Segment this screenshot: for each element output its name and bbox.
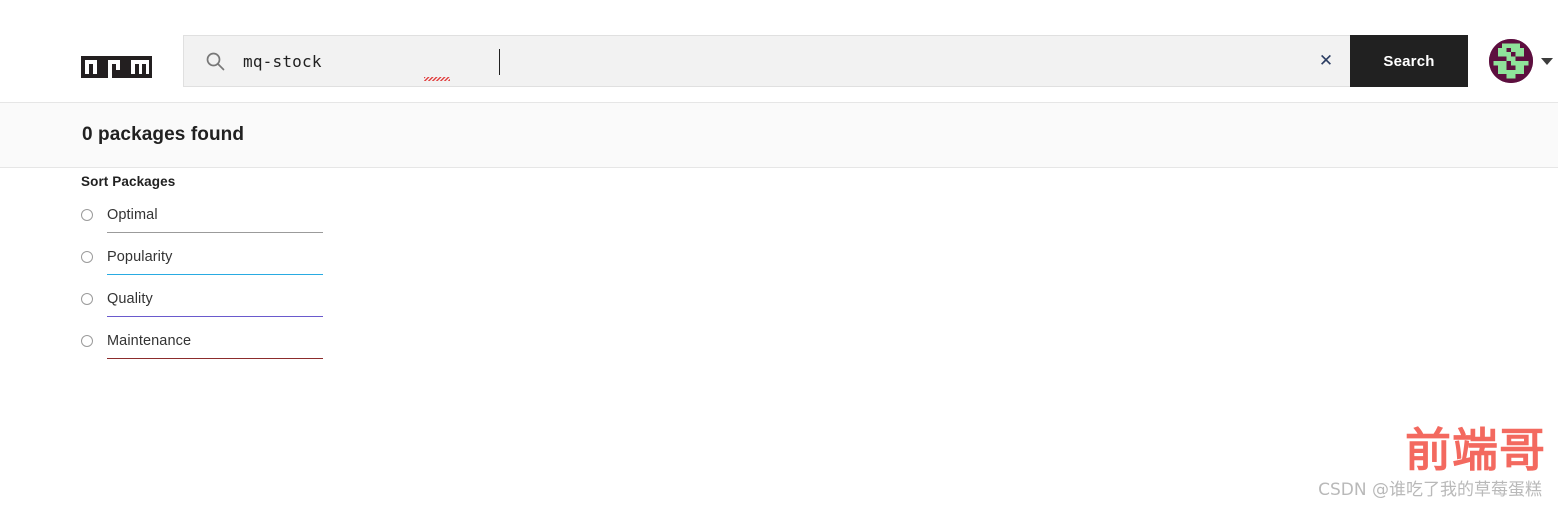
sort-label-box-quality: Quality <box>97 289 323 323</box>
results-count: 0 packages found <box>82 124 245 145</box>
sort-label-popularity: Popularity <box>107 249 173 265</box>
radio-maintenance[interactable] <box>81 335 93 347</box>
identicon-icon <box>1489 39 1533 83</box>
sort-rule-optimal <box>107 232 323 233</box>
sort-label-quality: Quality <box>107 291 153 307</box>
radio-popularity[interactable] <box>81 251 93 263</box>
site-header: ✕ Search <box>0 0 1558 103</box>
sort-label-optimal: Optimal <box>107 207 158 223</box>
sort-packages-title: Sort Packages <box>81 174 176 189</box>
sort-rule-quality <box>107 316 323 317</box>
sort-label-maintenance: Maintenance <box>107 333 192 349</box>
watermark-csdn: CSDN @谁吃了我的草莓蛋糕 <box>1318 480 1542 500</box>
watermark-chinese: 前端哥 <box>1405 423 1546 477</box>
sort-rule-popularity <box>107 274 323 275</box>
sort-label-box-maintenance: Maintenance <box>97 331 323 365</box>
search-icon <box>205 51 225 71</box>
sort-option-maintenance[interactable]: Maintenance <box>81 331 341 373</box>
text-cursor <box>499 49 500 75</box>
account-menu[interactable] <box>1489 39 1553 83</box>
sort-rule-maintenance <box>107 358 323 359</box>
search-input[interactable] <box>243 36 1302 86</box>
results-summary-bar: 0 packages found <box>0 103 1558 168</box>
chevron-down-icon[interactable] <box>1541 57 1553 65</box>
clear-search-button[interactable]: ✕ <box>1302 35 1350 87</box>
sort-label-box-optimal: Optimal <box>97 205 323 239</box>
search-bar: ✕ Search <box>183 35 1468 87</box>
npm-logo[interactable] <box>81 50 152 78</box>
main-content: Sort Packages Optimal Popularity Quality <box>0 168 1558 504</box>
radio-quality[interactable] <box>81 293 93 305</box>
radio-optimal[interactable] <box>81 209 93 221</box>
npm-wordmark-icon <box>81 56 152 78</box>
sort-option-popularity[interactable]: Popularity <box>81 247 341 289</box>
sort-label-box-popularity: Popularity <box>97 247 323 281</box>
avatar[interactable] <box>1489 39 1533 83</box>
sort-packages-panel: Sort Packages Optimal Popularity Quality <box>81 174 341 373</box>
sort-option-optimal[interactable]: Optimal <box>81 205 341 247</box>
search-button[interactable]: Search <box>1350 35 1468 87</box>
search-field[interactable] <box>183 35 1302 87</box>
sort-option-quality[interactable]: Quality <box>81 289 341 331</box>
